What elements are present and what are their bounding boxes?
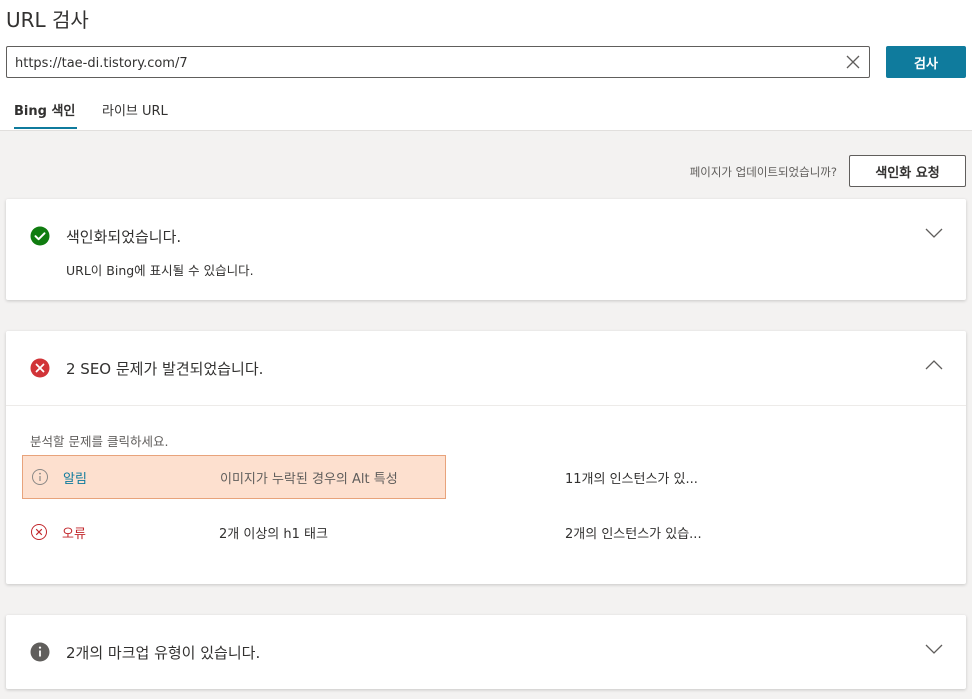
issue-instances: 2개의 인스턴스가 있습... <box>565 527 702 542</box>
indexed-title: 색인화되었습니다. <box>66 228 182 246</box>
card-divider <box>6 405 966 406</box>
markup-title: 2개의 마크업 유형이 있습니다. <box>66 644 261 662</box>
severity-label: 알림 <box>63 472 87 487</box>
issue-description: 2개 이상의 h1 태크 <box>219 527 328 542</box>
url-input-box[interactable] <box>6 46 870 78</box>
issues-hint: 분석할 문제를 클릭하세요. <box>30 434 169 449</box>
error-circle-icon <box>30 358 50 378</box>
tab-bing-index[interactable]: Bing 색인 <box>14 100 75 119</box>
seo-issues-card: 2 SEO 문제가 발견되었습니다. 분석할 문제를 클릭하세요. 알림 이미지… <box>6 331 966 584</box>
indexed-subtitle: URL이 Bing에 표시될 수 있습니다. <box>66 263 254 278</box>
error-circle-icon <box>31 524 47 540</box>
seo-title: 2 SEO 문제가 발견되었습니다. <box>66 360 264 378</box>
check-circle-icon <box>30 226 50 246</box>
severity-label: 오류 <box>62 527 86 542</box>
inspect-button[interactable]: 검사 <box>886 46 966 78</box>
issue-row-error[interactable]: 오류 2개 이상의 h1 태크 <box>22 511 446 555</box>
close-icon[interactable] <box>845 54 861 70</box>
indexed-status-card[interactable]: 색인화되었습니다. URL이 Bing에 표시될 수 있습니다. <box>6 199 966 300</box>
issue-row-alert[interactable]: 알림 이미지가 누락된 경우의 Alt 특성 <box>22 455 446 499</box>
chevron-down-icon[interactable] <box>925 227 943 239</box>
request-indexing-button[interactable]: 색인화 요청 <box>849 155 966 187</box>
chevron-down-icon[interactable] <box>925 643 943 655</box>
header-area: URL 검사 검사 Bing 색인 라이브 URL <box>0 0 972 131</box>
tab-live-url[interactable]: 라이브 URL <box>102 100 168 119</box>
info-circle-icon <box>32 469 48 485</box>
url-input[interactable] <box>15 53 815 73</box>
active-tab-indicator <box>14 127 77 129</box>
update-question: 페이지가 업데이트되었습니까? <box>689 165 837 179</box>
issue-description: 이미지가 누락된 경우의 Alt 특성 <box>220 472 398 487</box>
issue-instances: 11개의 인스턴스가 있... <box>565 472 698 487</box>
markup-types-card[interactable]: 2개의 마크업 유형이 있습니다. <box>6 615 966 689</box>
page-title: URL 검사 <box>6 8 89 32</box>
info-filled-icon <box>30 642 50 662</box>
chevron-up-icon[interactable] <box>925 359 943 371</box>
